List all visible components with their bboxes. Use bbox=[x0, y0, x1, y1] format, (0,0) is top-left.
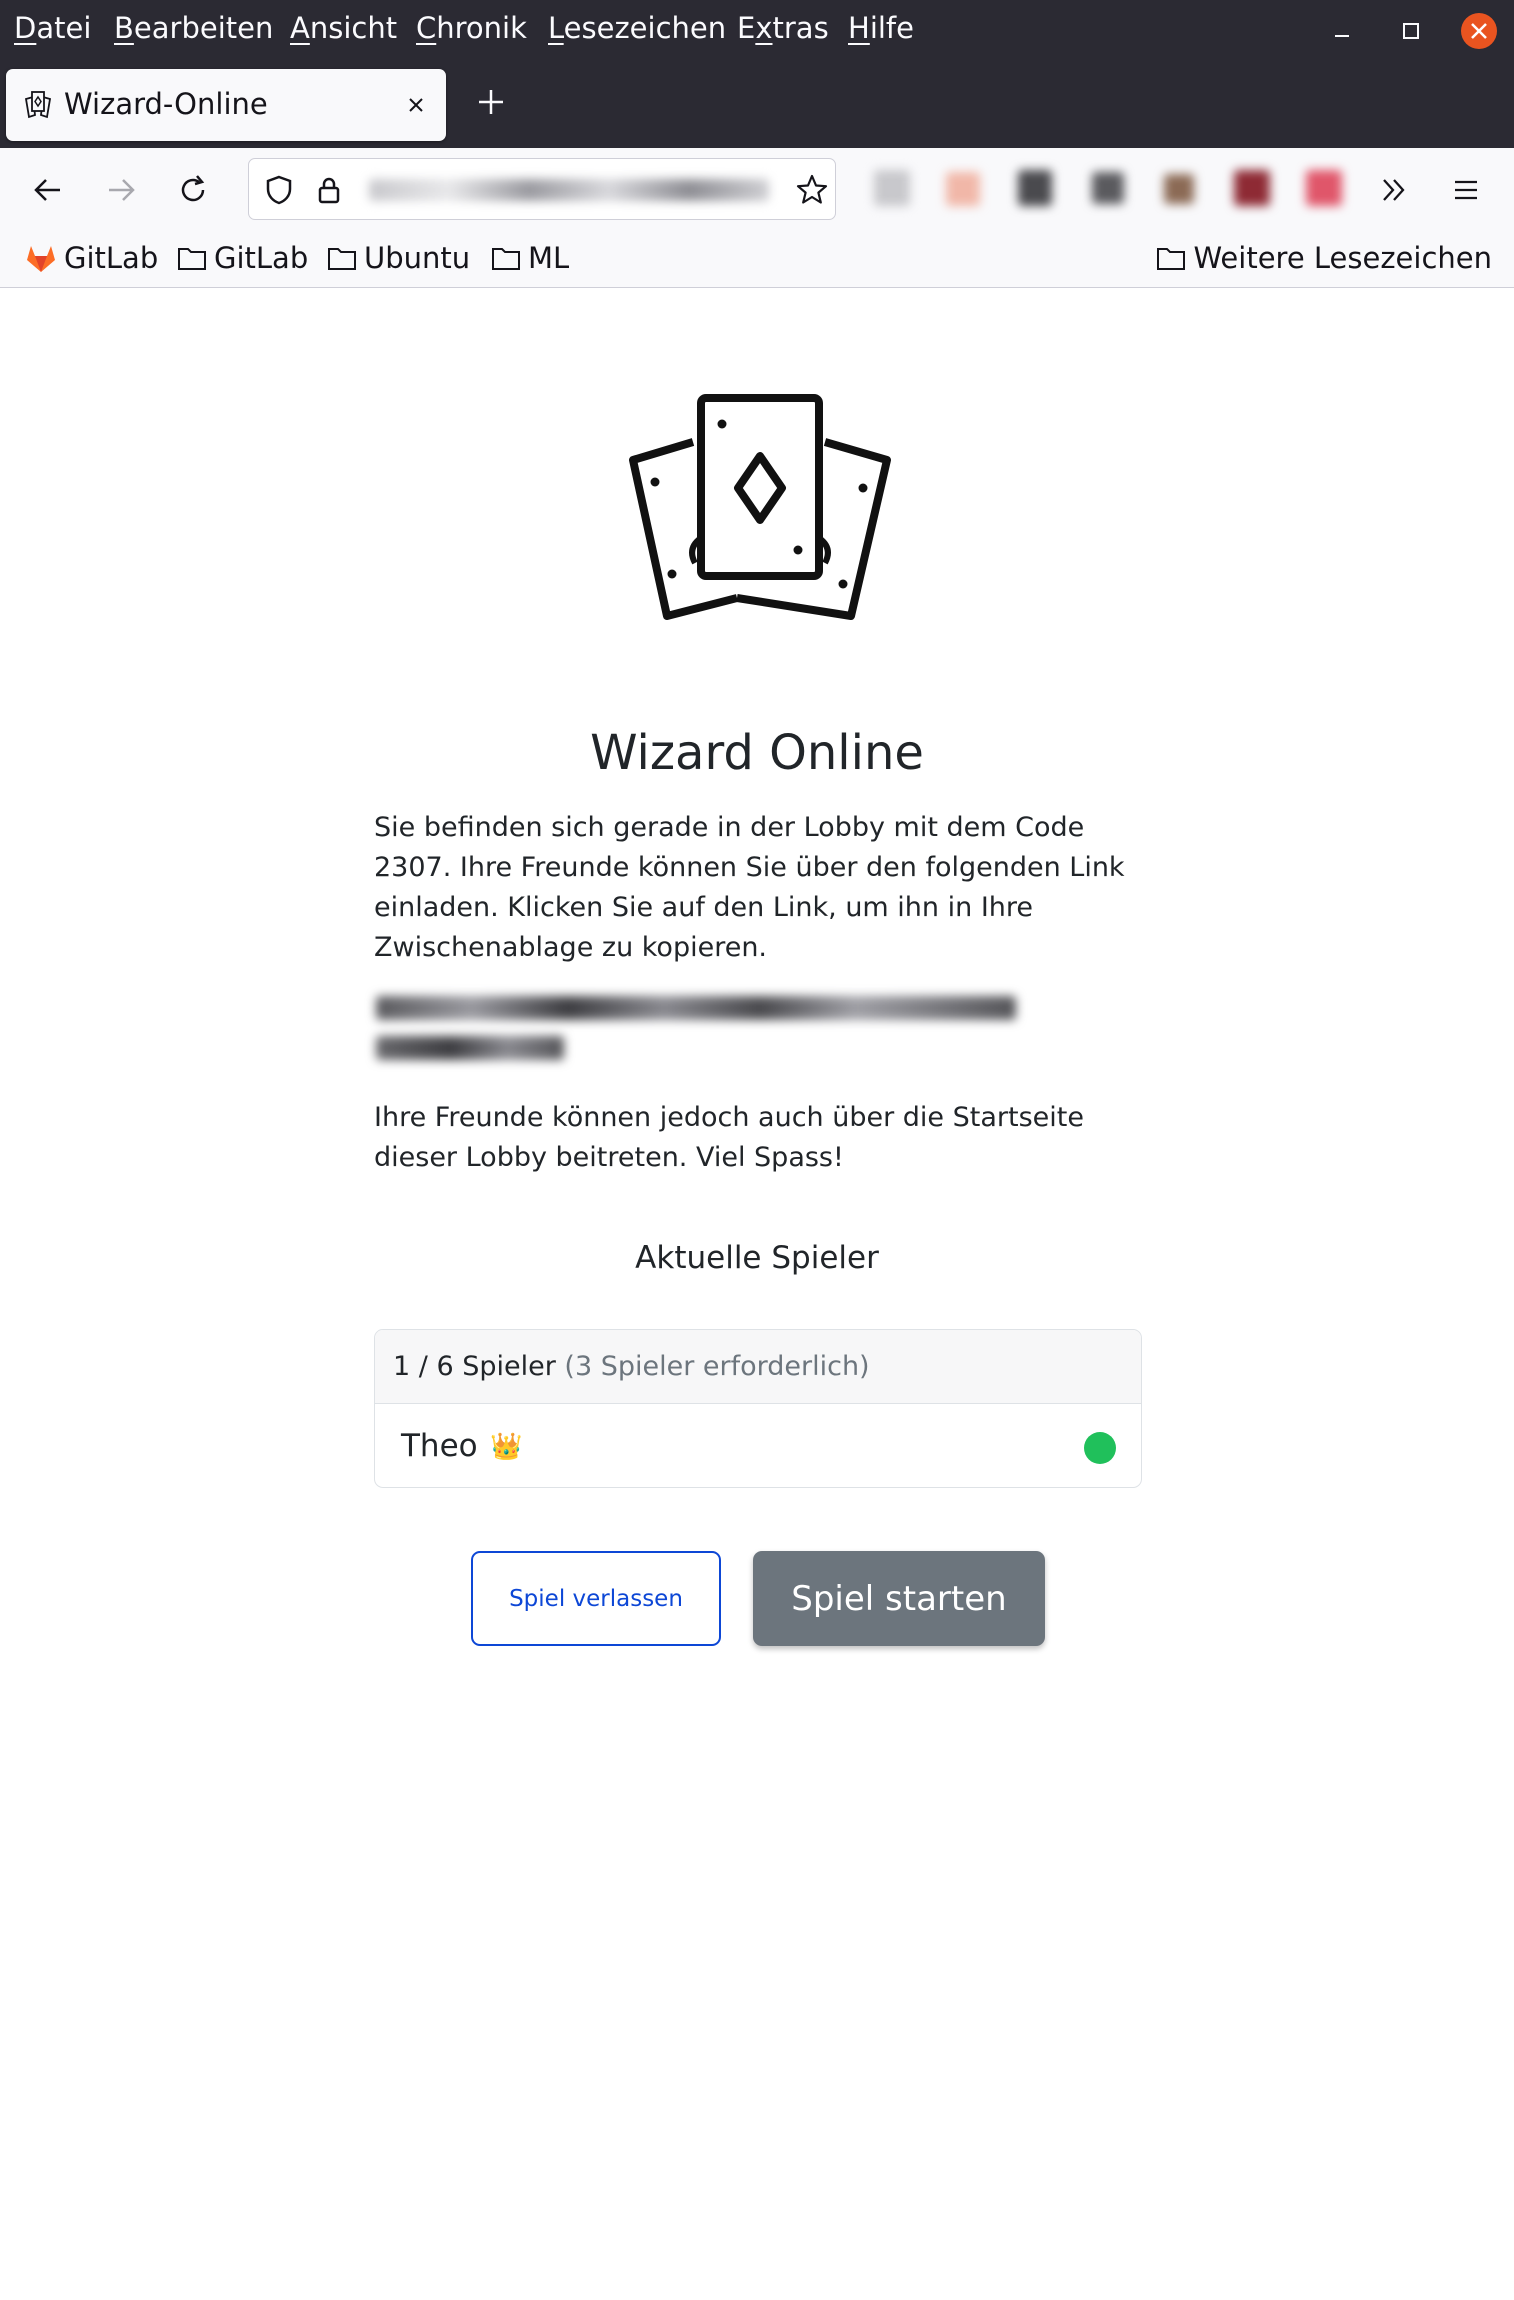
bookmark-folder-gitlab[interactable]: GitLab bbox=[176, 236, 308, 280]
bookmark-folder-ml[interactable]: ML bbox=[490, 236, 569, 280]
extension-icon-4[interactable] bbox=[1092, 172, 1124, 204]
menu-bearbeiten[interactable]: Bearbeiten bbox=[114, 10, 273, 46]
forward-icon[interactable] bbox=[103, 172, 139, 208]
player-name: Theo bbox=[401, 1428, 478, 1464]
url-bar[interactable] bbox=[248, 158, 836, 220]
bookmarks-toolbar: GitLab GitLab Ubuntu ML Weitere Lesezeic… bbox=[0, 230, 1514, 288]
extension-icon-6[interactable] bbox=[1234, 170, 1270, 206]
extension-icon-3[interactable] bbox=[1018, 170, 1052, 206]
player-count: 1 / 6 Spieler bbox=[393, 1351, 556, 1382]
player-row: Theo 👑 bbox=[375, 1404, 1141, 1487]
bookmark-star-icon[interactable] bbox=[795, 173, 829, 207]
bookmark-folder-ubuntu[interactable]: Ubuntu bbox=[326, 236, 470, 280]
maximize-button[interactable] bbox=[1394, 14, 1428, 48]
extension-icon-7[interactable] bbox=[1306, 170, 1342, 206]
tab-bar: Wizard-Online bbox=[0, 59, 1514, 148]
cards-favicon-icon bbox=[24, 91, 52, 119]
leave-game-button[interactable]: Spiel verlassen bbox=[471, 1551, 721, 1646]
lock-icon[interactable] bbox=[313, 174, 345, 206]
close-tab-icon[interactable] bbox=[404, 93, 428, 117]
online-status-dot bbox=[1084, 1432, 1116, 1464]
menu-extras[interactable]: Extras bbox=[737, 10, 829, 46]
folder-icon bbox=[178, 248, 206, 270]
start-game-button[interactable]: Spiel starten bbox=[753, 1551, 1045, 1646]
page-title: Wizard Online bbox=[590, 725, 924, 781]
bookmark-gitlab-1[interactable]: GitLab bbox=[24, 236, 158, 280]
folder-icon bbox=[492, 248, 520, 270]
menu-hilfe[interactable]: Hilfe bbox=[848, 10, 914, 46]
players-card: 1 / 6 Spieler (3 Spieler erforderlich) T… bbox=[374, 1329, 1142, 1488]
players-card-header: 1 / 6 Spieler (3 Spieler erforderlich) bbox=[375, 1330, 1141, 1404]
bookmark-folder-other[interactable]: Weitere Lesezeichen bbox=[1155, 236, 1492, 280]
minimize-icon bbox=[1335, 35, 1349, 37]
extension-icon-1[interactable] bbox=[874, 170, 910, 206]
menu-ansicht[interactable]: Ansicht bbox=[290, 10, 397, 46]
crown-icon: 👑 bbox=[490, 1432, 523, 1462]
playing-cards-logo-icon bbox=[629, 394, 891, 620]
new-tab-icon[interactable] bbox=[474, 85, 508, 119]
back-icon[interactable] bbox=[30, 172, 66, 208]
minimize-button[interactable] bbox=[1325, 14, 1359, 48]
menu-datei[interactable]: Datei bbox=[14, 10, 91, 46]
menu-bar: Datei Bearbeiten Ansicht Chronik Lesezei… bbox=[0, 0, 1514, 59]
folder-icon bbox=[1157, 248, 1186, 270]
overflow-chevron-icon[interactable] bbox=[1376, 172, 1412, 208]
extension-icon-5[interactable] bbox=[1164, 174, 1194, 204]
hamburger-menu-icon[interactable] bbox=[1448, 172, 1484, 208]
players-heading: Aktuelle Spieler bbox=[635, 1240, 879, 1276]
browser-chrome: Datei Bearbeiten Ansicht Chronik Lesezei… bbox=[0, 0, 1514, 288]
close-window-button[interactable] bbox=[1460, 12, 1498, 50]
maximize-icon bbox=[1403, 23, 1419, 39]
extension-icon-2[interactable] bbox=[946, 172, 980, 206]
tracking-shield-icon[interactable] bbox=[263, 174, 295, 206]
menu-lesezeichen[interactable]: Lesezeichen bbox=[548, 10, 726, 46]
reload-icon[interactable] bbox=[175, 172, 211, 208]
gitlab-icon bbox=[27, 246, 55, 272]
lobby-outro-text: Ihre Freunde können jedoch auch über die… bbox=[374, 1102, 1084, 1173]
invite-link-redacted[interactable] bbox=[370, 988, 1030, 1078]
tab-title: Wizard-Online bbox=[64, 87, 268, 121]
folder-icon bbox=[328, 248, 356, 270]
close-icon bbox=[1461, 13, 1497, 49]
lobby-intro-text: Sie befinden sich gerade in der Lobby mi… bbox=[374, 812, 1125, 963]
tab-wizard-online[interactable]: Wizard-Online bbox=[6, 69, 446, 141]
menu-chronik[interactable]: Chronik bbox=[416, 10, 527, 46]
player-required: (3 Spieler erforderlich) bbox=[564, 1351, 870, 1382]
page-content: Wizard Online Sie befinden sich gerade i… bbox=[0, 288, 1514, 2300]
url-text-redacted bbox=[369, 179, 769, 201]
navigation-toolbar bbox=[0, 148, 1514, 230]
